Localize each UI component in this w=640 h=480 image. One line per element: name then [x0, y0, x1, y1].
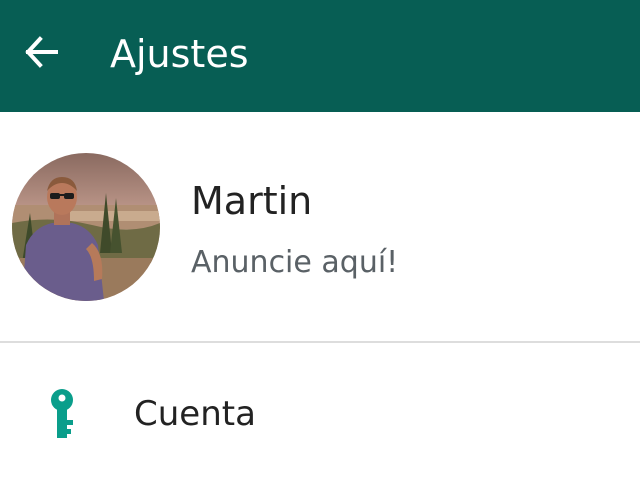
- menu-item-label: Cuenta: [134, 394, 256, 434]
- profile-row[interactable]: Martin Anuncie aquí!: [0, 112, 640, 342]
- key-icon: [42, 388, 82, 440]
- back-button[interactable]: [14, 24, 70, 80]
- profile-name: Martin: [191, 179, 313, 223]
- menu-item-account[interactable]: Cuenta: [0, 343, 640, 480]
- app-bar: Ajustes: [0, 0, 640, 112]
- arrow-left-icon: [25, 36, 58, 68]
- page-title: Ajustes: [110, 32, 249, 76]
- avatar[interactable]: [12, 153, 160, 301]
- profile-status: Anuncie aquí!: [191, 245, 399, 280]
